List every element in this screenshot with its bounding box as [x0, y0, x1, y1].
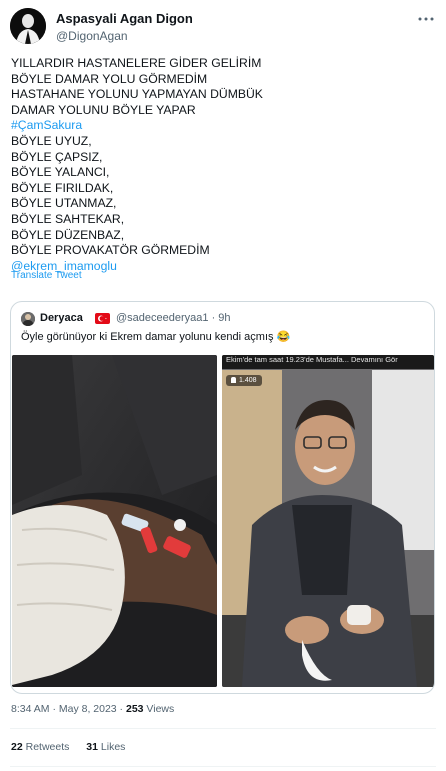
- tweet-line: BÖYLE DÜZENBAZ,: [11, 227, 125, 242]
- tweet-line: DAMAR YOLUNU BÖYLE YAPAR: [11, 102, 196, 117]
- tweet-line: BÖYLE UTANMAZ,: [11, 196, 117, 211]
- tweet-line: YILLARDIR HASTANELERE GİDER GELİRİM: [11, 56, 262, 70]
- likes-count: 31: [86, 741, 98, 753]
- divider: [10, 766, 436, 767]
- viewer-count: 1.408: [239, 377, 257, 384]
- translate-tweet-link[interactable]: Translate Tweet: [11, 270, 82, 281]
- tweet-header: Aspasyali Agan Digon @DigonAgan: [10, 8, 436, 48]
- quote-display-name: Deryaca: [40, 312, 83, 324]
- turkey-flag-icon: [95, 313, 110, 324]
- media-photo-hand[interactable]: [12, 355, 217, 687]
- views-label: Views: [143, 703, 175, 715]
- likes-label: Likes: [97, 741, 126, 753]
- views-count: 253: [125, 703, 144, 715]
- tweet-text: YILLARDIR HASTANELERE GİDER GELİRİM BÖYL…: [11, 56, 436, 274]
- author-avatar[interactable]: [10, 8, 46, 44]
- tweet-line: BÖYLE FIRILDAK,: [11, 180, 114, 195]
- quote-text: Öyle görünüyor ki Ekrem damar yolunu ken…: [21, 331, 291, 343]
- tweet-meta: 8:34 AM · May 8, 2023 · 253 Views: [11, 703, 174, 715]
- hashtag-link[interactable]: #ÇamSakura: [11, 118, 436, 134]
- tweet-timestamp[interactable]: 8:34 AM · May 8, 2023 ·: [11, 703, 126, 715]
- viewer-count-badge: 1.408: [226, 375, 262, 386]
- tweet-line: BÖYLE PROVAKATÖR GÖRMEDİM: [11, 243, 210, 258]
- tweet-line: BÖYLE DAMAR YOLU GÖRMEDİM: [11, 71, 208, 86]
- tweet-line: BÖYLE SAHTEKAR,: [11, 211, 125, 226]
- video-caption: Ekim'de tam saat 19.23'de Mustafa... Dev…: [226, 355, 398, 364]
- person-icon: [231, 377, 236, 383]
- quote-avatar: [21, 312, 35, 326]
- quote-handle-time: @sadeceederyaa1 · 9h: [116, 312, 231, 324]
- retweets-stat[interactable]: 22 Retweets: [11, 741, 69, 753]
- tweet-line: BÖYLE YALANCI,: [11, 165, 110, 180]
- tweet-line: BÖYLE UYUZ,: [11, 133, 92, 148]
- media-video-still[interactable]: Ekim'de tam saat 19.23'de Mustafa... Dev…: [222, 355, 434, 687]
- author-handle[interactable]: @DigonAgan: [56, 28, 193, 44]
- divider: [10, 728, 436, 729]
- tweet-line: HASTAHANE YOLUNU YAPMAYAN DÜMBÜK: [11, 87, 263, 102]
- retweets-count: 22: [11, 741, 23, 753]
- more-dots-icon[interactable]: [416, 12, 436, 28]
- tweet-line: BÖYLE ÇAPSIZ,: [11, 149, 103, 164]
- retweets-label: Retweets: [22, 741, 70, 753]
- quoted-tweet[interactable]: Deryaca @sadeceederyaa1 · 9h Öyle görünü…: [10, 301, 435, 694]
- likes-stat[interactable]: 31 Likes: [86, 741, 125, 753]
- author-display-name[interactable]: Aspasyali Agan Digon: [56, 11, 193, 27]
- tweet-stats: 22 Retweets 31 Likes: [11, 741, 139, 753]
